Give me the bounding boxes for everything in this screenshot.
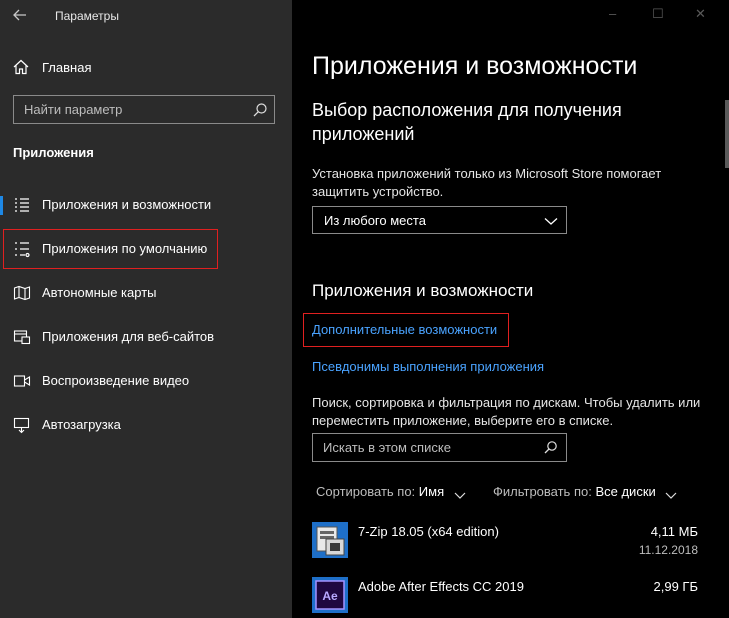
apps-section-title: Приложения и возможности (312, 281, 534, 300)
sidebar-item-label: Приложения для веб-сайтов (42, 329, 215, 344)
apps-search-description: Поиск, сортировка и фильтрация по дискам… (312, 395, 701, 428)
app-execution-aliases-link[interactable]: Псевдонимы выполнения приложения (312, 359, 544, 374)
window-controls: – ☐ ✕ (579, 0, 729, 30)
app-size: 2,99 ГБ (653, 579, 698, 594)
search-icon[interactable] (252, 102, 268, 118)
sidebar-item-label: Приложения и возможности (42, 197, 212, 212)
filter-control[interactable]: Фильтровать по: Все диски (493, 484, 677, 499)
after-effects-icon-text: Ae (322, 589, 338, 603)
after-effects-icon: Ae (312, 577, 348, 613)
app-list-item[interactable]: 7-Zip 18.05 (x64 edition) 4,11 МБ 11.12.… (312, 522, 702, 564)
install-location-description: Установка приложений только из Microsoft… (312, 166, 662, 199)
title-bar: Параметры (0, 0, 292, 32)
settings-search[interactable] (13, 95, 275, 124)
apps-for-websites-icon (13, 328, 31, 346)
maximize-button[interactable]: ☐ (652, 6, 664, 22)
apps-search-input[interactable] (313, 434, 533, 460)
sidebar-item-label: Воспроизведение видео (42, 373, 190, 388)
home-icon (12, 58, 30, 76)
nav-home[interactable]: Главная (0, 54, 292, 80)
video-playback-icon (13, 372, 31, 390)
dropdown-value: Из любого места (324, 213, 426, 228)
app-install-date: 11.12.2018 (638, 543, 698, 557)
sidebar-item-offline-maps[interactable]: Автономные карты (0, 275, 292, 311)
red-highlight-frame (303, 313, 509, 347)
window-title: Параметры (55, 9, 119, 23)
sidebar-item-label: Автозагрузка (42, 417, 121, 432)
page-title: Приложения и возможности (312, 52, 638, 80)
settings-search-input[interactable] (14, 96, 244, 123)
sidebar-item-apps-features[interactable]: Приложения и возможности (0, 187, 292, 223)
sort-control[interactable]: Сортировать по: Имя (316, 484, 466, 499)
sidebar-item-video-playback[interactable]: Воспроизведение видео (0, 363, 292, 399)
sort-value: Имя (418, 484, 445, 499)
filter-value: Все диски (595, 484, 656, 499)
app-list-item[interactable]: Ae Adobe After Effects CC 2019 2,99 ГБ (312, 577, 702, 618)
scrollbar[interactable] (725, 100, 729, 168)
apps-list-search[interactable] (312, 433, 567, 462)
app-size: 4,11 МБ (650, 524, 698, 539)
7zip-icon (312, 522, 348, 558)
apps-features-icon (13, 196, 31, 214)
chevron-down-icon (454, 488, 466, 499)
sidebar-item-startup[interactable]: Автозагрузка (0, 407, 292, 443)
nav-home-label: Главная (42, 60, 92, 75)
main-content: – ☐ ✕ Приложения и возможности Выбор рас… (292, 0, 729, 618)
chevron-down-icon (665, 488, 677, 499)
close-button[interactable]: ✕ (695, 6, 706, 22)
sidebar-section-title: Приложения (13, 145, 94, 160)
app-name: 7-Zip 18.05 (x64 edition) (358, 524, 499, 539)
sidebar-item-apps-for-websites[interactable]: Приложения для веб-сайтов (0, 319, 292, 355)
filter-label: Фильтровать по: (493, 484, 592, 499)
app-name: Adobe After Effects CC 2019 (358, 579, 524, 594)
minimize-button[interactable]: – (609, 6, 616, 21)
sort-label: Сортировать по: (316, 484, 416, 499)
settings-sidebar: Параметры Главная Приложения Приложения … (0, 0, 292, 618)
chevron-down-icon (544, 214, 558, 226)
install-location-title: Выбор расположения для получения приложе… (312, 100, 622, 144)
install-source-dropdown[interactable]: Из любого места (312, 206, 567, 234)
startup-icon (13, 416, 31, 434)
offline-maps-icon (13, 284, 31, 302)
sidebar-item-label: Автономные карты (42, 285, 157, 300)
back-arrow-icon[interactable] (8, 4, 32, 26)
search-icon[interactable] (543, 440, 558, 455)
red-highlight-frame (3, 229, 218, 269)
